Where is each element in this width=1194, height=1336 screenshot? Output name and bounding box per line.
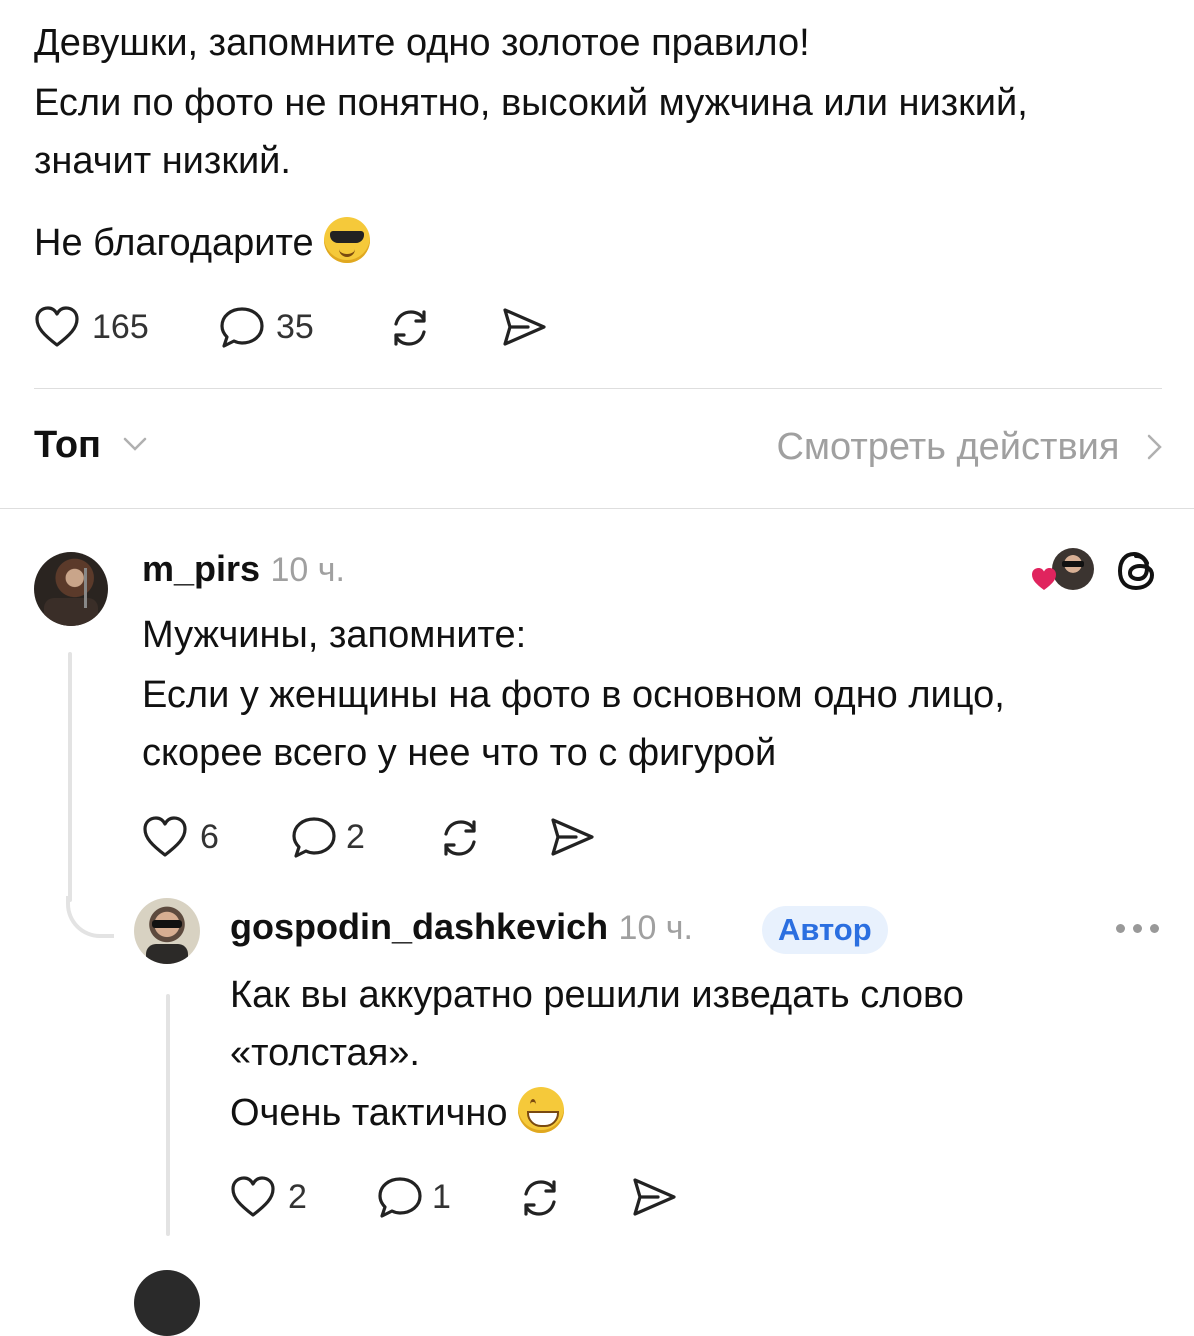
share-icon[interactable]	[500, 304, 548, 350]
heart-filled-icon	[1032, 568, 1056, 590]
author-badge: Автор	[762, 906, 888, 954]
post-line: значит низкий.	[34, 140, 291, 182]
comment-icon[interactable]	[376, 1175, 424, 1221]
repost-icon[interactable]	[516, 1174, 564, 1222]
comment-line: Очень тактично	[230, 1092, 508, 1134]
heart-icon[interactable]	[142, 815, 188, 859]
like-count: 2	[288, 1178, 307, 1216]
comment-line: Если у женщины на фото в основном одно л…	[142, 674, 1005, 716]
thread-line	[68, 652, 72, 902]
share-icon[interactable]	[548, 814, 596, 860]
chevron-right-icon	[1147, 434, 1162, 460]
like-count: 6	[200, 818, 219, 856]
sunglasses-emoji-icon	[324, 217, 371, 263]
avatar[interactable]	[34, 552, 108, 626]
grinning-face-emoji-icon	[518, 1087, 565, 1133]
heart-icon[interactable]	[34, 305, 80, 349]
username[interactable]: m_pirs	[142, 548, 260, 589]
chevron-down-icon	[123, 437, 146, 451]
comment-line: скорее всего у нее что то с фигурой	[142, 732, 777, 774]
timestamp: 10 ч.	[618, 909, 693, 947]
comment-icon[interactable]	[290, 815, 338, 861]
more-options-icon[interactable]	[1116, 924, 1160, 934]
comment-line: Мужчины, запомните:	[142, 614, 527, 656]
sort-label: Топ	[34, 424, 101, 466]
comment-icon[interactable]	[218, 305, 266, 351]
comment-line: Как вы аккуратно решили изведать слово	[230, 974, 964, 1016]
divider	[0, 508, 1194, 509]
comment-header: gospodin_dashkevich 10 ч.	[230, 906, 693, 948]
post-line: Не благодарите	[34, 222, 314, 264]
thread-line	[166, 994, 170, 1236]
post-line-with-emoji: Не благодарите	[34, 214, 371, 272]
comment-line-with-emoji: Очень тактично	[230, 1084, 565, 1142]
like-count: 165	[92, 308, 149, 346]
avatar[interactable]	[134, 898, 200, 964]
avatar	[1052, 548, 1094, 590]
repost-icon[interactable]	[436, 814, 484, 862]
post-line: Если по фото не понятно, высокий мужчина…	[34, 82, 1028, 124]
share-icon[interactable]	[630, 1174, 678, 1220]
username[interactable]: gospodin_dashkevich	[230, 906, 608, 947]
comment-header: m_pirs 10 ч.	[142, 548, 345, 590]
sort-dropdown[interactable]: Топ	[34, 424, 148, 467]
divider	[34, 388, 1162, 389]
timestamp: 10 ч.	[270, 551, 345, 589]
comment-line: «толстая».	[230, 1032, 420, 1074]
liked-by-author-indicator	[1030, 548, 1094, 592]
view-activity-label: Смотреть действия	[776, 426, 1120, 468]
view-activity-link[interactable]: Смотреть действия	[776, 426, 1164, 469]
heart-icon[interactable]	[230, 1175, 276, 1219]
reply-count: 1	[432, 1178, 451, 1216]
reply-count: 35	[276, 308, 314, 346]
repost-icon[interactable]	[386, 304, 434, 352]
threads-logo-icon[interactable]	[1114, 548, 1160, 594]
thread-connector	[66, 896, 114, 938]
reply-count: 2	[346, 818, 365, 856]
post-line: Девушки, запомните одно золотое правило!	[34, 22, 810, 64]
